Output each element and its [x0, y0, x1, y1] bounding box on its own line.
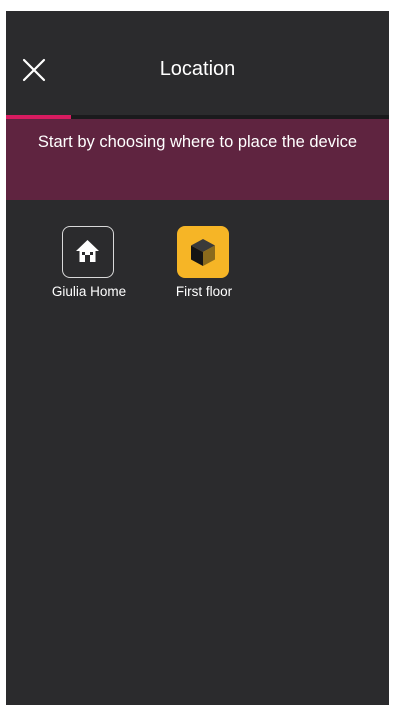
header: Location: [6, 11, 389, 115]
first-floor-tile: [177, 226, 229, 278]
location-label: Giulia Home: [51, 284, 127, 299]
location-label: First floor: [175, 284, 233, 299]
location-screen: Location Start by choosing where to plac…: [6, 11, 389, 705]
instruction-text: Start by choosing where to place the dev…: [37, 133, 358, 151]
cube-icon: [191, 239, 215, 266]
page-title: Location: [159, 58, 236, 80]
instruction-banner: Start by choosing where to place the dev…: [6, 119, 389, 200]
home-tile: [62, 226, 114, 278]
home-icon: [76, 240, 99, 262]
